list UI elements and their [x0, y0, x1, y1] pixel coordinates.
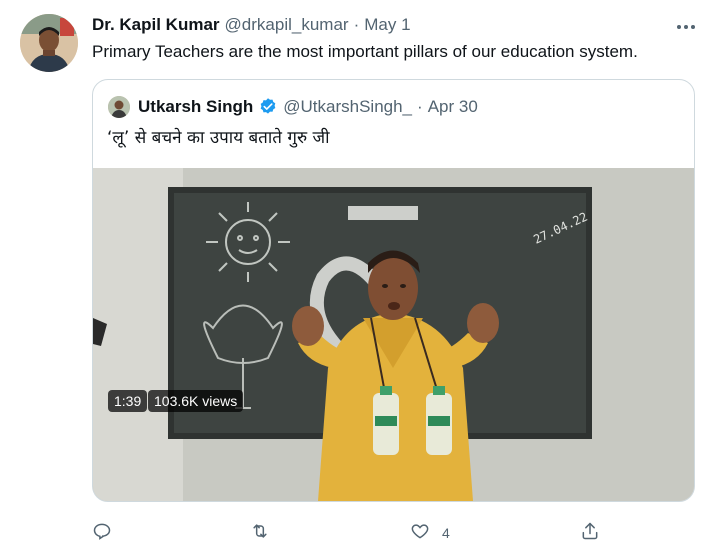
- tweet-text: Primary Teachers are the most important …: [92, 42, 638, 61]
- like-count: 4: [442, 525, 450, 541]
- quoted-author-avatar[interactable]: [108, 96, 130, 118]
- quoted-tweet[interactable]: Utkarsh Singh @UtkarshSingh_ · Apr 30 ‘ल…: [92, 79, 695, 502]
- share-icon: [580, 521, 600, 546]
- separator-dot: ·: [353, 15, 360, 34]
- quoted-author-name[interactable]: Utkarsh Singh: [138, 97, 253, 117]
- author-avatar[interactable]: [20, 14, 78, 72]
- like-icon: [410, 521, 430, 546]
- video-duration-badge: 1:39: [108, 390, 148, 412]
- author-name[interactable]: Dr. Kapil Kumar: [92, 15, 220, 35]
- author-handle[interactable]: @drkapil_kumar: [225, 15, 349, 35]
- reply-button[interactable]: [92, 518, 124, 548]
- share-button[interactable]: [580, 518, 600, 548]
- quoted-tweet-date[interactable]: Apr 30: [428, 97, 478, 117]
- verified-badge-icon: [258, 97, 278, 117]
- tweet-actions: 4: [0, 518, 720, 548]
- separator-dot: ·: [417, 97, 423, 116]
- video-views-badge: 103.6K views: [148, 390, 244, 412]
- retweet-button[interactable]: [250, 518, 282, 548]
- quoted-author-handle[interactable]: @UtkarshSingh_: [283, 97, 412, 117]
- tweet-header: Dr. Kapil Kumar @drkapil_kumar · May 1: [92, 15, 411, 37]
- more-icon[interactable]: [673, 14, 699, 40]
- retweet-icon: [250, 521, 270, 546]
- quoted-tweet-header: Utkarsh Singh @UtkarshSingh_ · Apr 30: [138, 96, 478, 118]
- video-frame: 27.04.22: [93, 168, 694, 501]
- reply-icon: [92, 521, 112, 546]
- like-button[interactable]: 4: [410, 518, 450, 548]
- quoted-tweet-text: ‘लू’ से बचने का उपाय बताते गुरु जी: [107, 128, 330, 148]
- tweet-date[interactable]: May 1: [364, 15, 410, 35]
- video-player[interactable]: 27.04.22: [93, 168, 694, 501]
- tweet[interactable]: Dr. Kapil Kumar @drkapil_kumar · May 1 P…: [0, 0, 720, 558]
